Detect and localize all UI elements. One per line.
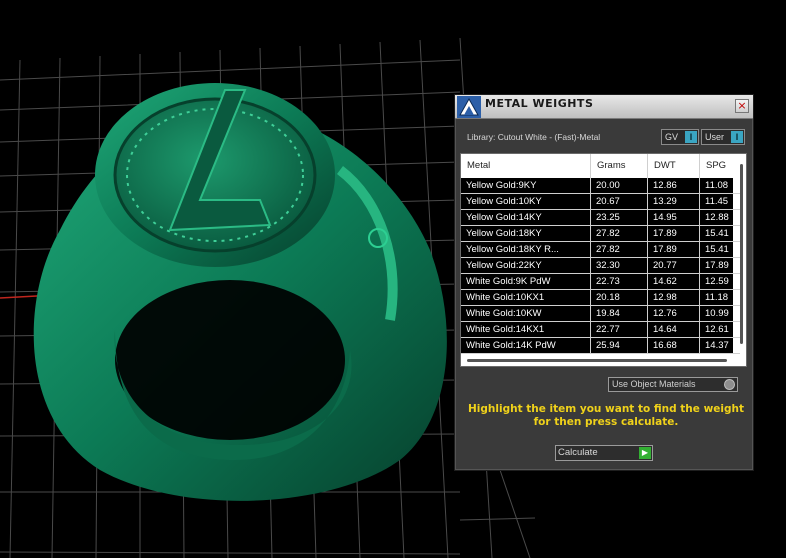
close-button[interactable]: × (735, 99, 749, 113)
cell-spg: 17.89 (700, 258, 740, 274)
cell-grams: 32.30 (591, 258, 648, 274)
calculate-label: Calculate (558, 447, 598, 458)
cell-metal: Yellow Gold:22KY (461, 258, 591, 274)
cell-grams: 27.82 (591, 226, 648, 242)
cell-spg: 12.61 (700, 322, 740, 338)
cell-metal: White Gold:14K PdW (461, 338, 591, 354)
cell-metal: White Gold:9K PdW (461, 274, 591, 290)
cell-metal: Yellow Gold:18KY R... (461, 242, 591, 258)
cell-spg: 12.59 (700, 274, 740, 290)
gv-toggle-indicator: I (685, 131, 697, 143)
user-toggle-indicator: I (731, 131, 743, 143)
column-header-dwt[interactable]: DWT (648, 154, 700, 178)
table-row[interactable]: White Gold:10KW 19.84 12.76 10.99 (461, 306, 740, 322)
table-row[interactable]: White Gold:14KX1 22.77 14.64 12.61 (461, 322, 740, 338)
cell-metal: White Gold:10KW (461, 306, 591, 322)
cell-dwt: 14.62 (648, 274, 700, 290)
vertical-scrollbar[interactable] (740, 164, 743, 344)
use-object-materials-toggle[interactable]: Use Object Materials (608, 377, 738, 392)
panel-title: METAL WEIGHTS (485, 97, 594, 110)
cell-grams: 20.00 (591, 178, 648, 194)
cell-metal: White Gold:10KX1 (461, 290, 591, 306)
cell-metal: Yellow Gold:18KY (461, 226, 591, 242)
cell-spg: 12.88 (700, 210, 740, 226)
cell-dwt: 12.98 (648, 290, 700, 306)
calculate-button[interactable]: Calculate ▶ (555, 445, 653, 461)
table-row[interactable]: Yellow Gold:14KY 23.25 14.95 12.88 (461, 210, 740, 226)
table-row[interactable]: White Gold:9K PdW 22.73 14.62 12.59 (461, 274, 740, 290)
table-row[interactable]: Yellow Gold:18KY 27.82 17.89 15.41 (461, 226, 740, 242)
play-arrow-icon: ▶ (639, 447, 651, 459)
library-label: Library: Cutout White - (Fast)-Metal (467, 132, 601, 142)
table-row[interactable]: Yellow Gold:9KY 20.00 12.86 11.08 (461, 178, 740, 194)
table-header: Metal Grams DWT SPG (461, 154, 741, 178)
cell-spg: 15.41 (700, 242, 740, 258)
panel-titlebar[interactable]: METAL WEIGHTS × (455, 95, 753, 119)
table-row[interactable]: White Gold:10KX1 20.18 12.98 11.18 (461, 290, 740, 306)
cell-dwt: 16.68 (648, 338, 700, 354)
cell-grams: 23.25 (591, 210, 648, 226)
cell-spg: 11.18 (700, 290, 740, 306)
cell-grams: 19.84 (591, 306, 648, 322)
cell-dwt: 12.76 (648, 306, 700, 322)
cell-dwt: 13.29 (648, 194, 700, 210)
instruction-text: Highlight the item you want to find the … (468, 403, 744, 428)
cell-dwt: 17.89 (648, 226, 700, 242)
use-object-materials-label: Use Object Materials (612, 379, 696, 389)
cell-spg: 11.45 (700, 194, 740, 210)
horizontal-scrollbar[interactable] (467, 359, 727, 362)
table-row[interactable]: Yellow Gold:22KY 32.30 20.77 17.89 (461, 258, 740, 274)
app-logo-icon (457, 96, 481, 118)
cell-grams: 27.82 (591, 242, 648, 258)
cell-metal: White Gold:14KX1 (461, 322, 591, 338)
column-header-grams[interactable]: Grams (591, 154, 648, 178)
cell-spg: 15.41 (700, 226, 740, 242)
gv-toggle[interactable]: GV I (661, 129, 699, 145)
cell-dwt: 12.86 (648, 178, 700, 194)
column-header-metal[interactable]: Metal (461, 154, 591, 178)
table-row[interactable]: Yellow Gold:10KY 20.67 13.29 11.45 (461, 194, 740, 210)
cell-spg: 10.99 (700, 306, 740, 322)
table-row[interactable]: White Gold:14K PdW 25.94 16.68 14.37 (461, 338, 740, 354)
cell-metal: Yellow Gold:10KY (461, 194, 591, 210)
table-row[interactable]: Yellow Gold:18KY R... 27.82 17.89 15.41 (461, 242, 740, 258)
metal-table[interactable]: Metal Grams DWT SPG Yellow Gold:9KY 20.0… (460, 153, 747, 367)
cell-spg: 11.08 (700, 178, 740, 194)
cell-grams: 25.94 (591, 338, 648, 354)
cell-spg: 14.37 (700, 338, 740, 354)
radio-dot-icon (724, 379, 735, 390)
cell-grams: 22.73 (591, 274, 648, 290)
column-header-spg[interactable]: SPG (700, 154, 740, 178)
cell-grams: 20.67 (591, 194, 648, 210)
user-toggle-label: User (705, 132, 725, 142)
cell-grams: 20.18 (591, 290, 648, 306)
cell-dwt: 14.64 (648, 322, 700, 338)
cell-grams: 22.77 (591, 322, 648, 338)
cell-metal: Yellow Gold:14KY (461, 210, 591, 226)
metal-weights-panel: METAL WEIGHTS × Library: Cutout White - … (454, 94, 754, 471)
gv-toggle-label: GV (665, 132, 679, 142)
cell-dwt: 14.95 (648, 210, 700, 226)
cell-metal: Yellow Gold:9KY (461, 178, 591, 194)
user-toggle[interactable]: User I (701, 129, 745, 145)
cell-dwt: 17.89 (648, 242, 700, 258)
cell-dwt: 20.77 (648, 258, 700, 274)
